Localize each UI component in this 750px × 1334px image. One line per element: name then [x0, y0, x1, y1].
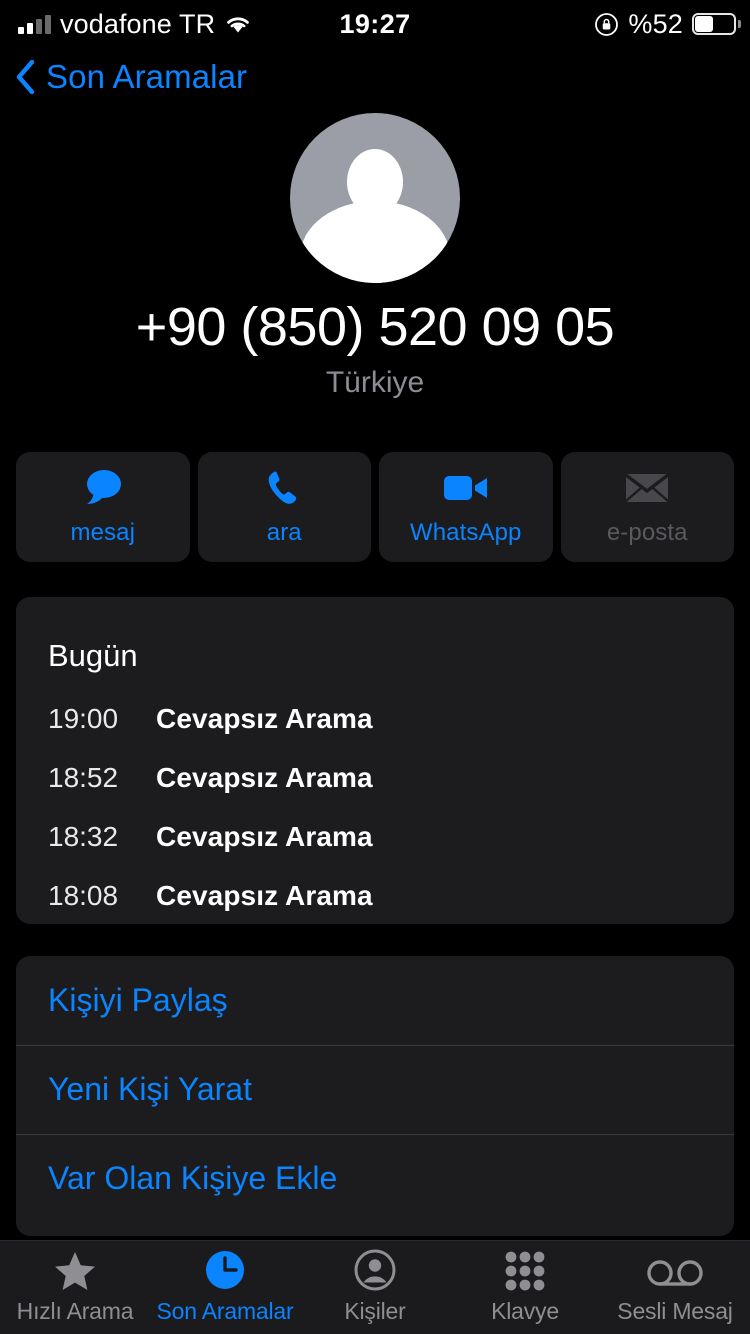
whatsapp-action-label: WhatsApp — [409, 519, 522, 546]
navigation-bar: Son Aramalar — [0, 58, 750, 110]
call-type: Cevapsız Arama — [156, 761, 373, 793]
create-new-contact-option[interactable]: Yeni Kişi Yarat — [16, 1045, 734, 1134]
call-history-list: 19:00 Cevapsız Arama 18:52 Cevapsız Aram… — [48, 689, 710, 925]
back-button[interactable]: Son Aramalar — [0, 58, 247, 96]
rotation-lock-icon — [594, 12, 619, 37]
voicemail-icon — [646, 1250, 704, 1292]
phone-screen: vodafone TR 19:27 %52 Son Aramalar +90 (… — [0, 0, 750, 1334]
call-time: 18:32 — [48, 820, 119, 852]
envelope-icon — [624, 467, 670, 509]
back-button-label: Son Aramalar — [46, 58, 248, 95]
battery-icon — [692, 13, 741, 35]
table-row: 19:00 Cevapsız Arama — [48, 689, 710, 748]
tab-recents[interactable]: Son Aramalar — [150, 1241, 300, 1334]
call-type: Cevapsız Arama — [156, 879, 373, 911]
tab-keypad-label: Klavye — [491, 1298, 559, 1324]
tab-voicemail[interactable]: Sesli Mesaj — [600, 1241, 750, 1334]
status-bar-right: %52 — [594, 8, 741, 40]
message-action-label: mesaj — [70, 519, 136, 546]
keypad-icon — [504, 1250, 546, 1292]
tab-keypad[interactable]: Klavye — [450, 1241, 600, 1334]
status-bar: vodafone TR 19:27 %52 — [0, 0, 750, 48]
contact-options-card: Kişiyi Paylaş Yeni Kişi Yarat Var Olan K… — [16, 956, 734, 1236]
chevron-left-icon — [14, 59, 36, 95]
call-time: 19:00 — [48, 702, 119, 734]
call-time: 18:52 — [48, 761, 119, 793]
table-row: 18:32 Cevapsız Arama — [48, 807, 710, 866]
battery-percent-label: %52 — [628, 8, 683, 39]
call-action-label: ara — [266, 519, 302, 546]
default-person-avatar-icon — [290, 113, 460, 283]
phone-handset-icon — [263, 467, 305, 509]
tab-voicemail-label: Sesli Mesaj — [617, 1298, 733, 1324]
call-history-card: Bugün 19:00 Cevapsız Arama 18:52 Cevapsı… — [16, 597, 734, 924]
phone-region: Türkiye — [325, 366, 425, 399]
call-history-title: Bugün — [48, 638, 138, 673]
message-action-button[interactable]: mesaj — [16, 452, 190, 562]
avatar-container — [0, 113, 750, 283]
tab-favorites-label: Hızlı Arama — [16, 1298, 134, 1324]
tab-recents-label: Son Aramalar — [156, 1298, 294, 1324]
call-action-button[interactable]: ara — [197, 452, 371, 562]
call-time: 18:08 — [48, 879, 119, 911]
table-row: 18:52 Cevapsız Arama — [48, 748, 710, 807]
quick-actions-row: mesaj ara WhatsApp e-posta — [16, 452, 734, 562]
email-action-label: e-posta — [606, 519, 688, 546]
email-action-button: e-posta — [560, 452, 734, 562]
tab-contacts-label: Kişiler — [344, 1298, 406, 1324]
message-bubble-icon — [80, 467, 126, 509]
call-type: Cevapsız Arama — [156, 820, 373, 852]
call-type: Cevapsız Arama — [156, 702, 373, 734]
tab-favorites[interactable]: Hızlı Arama — [0, 1241, 150, 1334]
video-camera-icon — [442, 467, 490, 509]
star-icon — [53, 1250, 97, 1292]
whatsapp-action-button[interactable]: WhatsApp — [379, 452, 553, 562]
person-circle-icon — [353, 1249, 397, 1292]
phone-number: +90 (850) 520 09 05 — [135, 297, 615, 357]
add-to-existing-contact-option[interactable]: Var Olan Kişiye Ekle — [16, 1134, 734, 1223]
clock-icon — [203, 1250, 247, 1292]
table-row: 18:08 Cevapsız Arama — [48, 866, 710, 925]
tab-bar: Hızlı Arama Son Aramalar Kişiler Klavye … — [0, 1240, 750, 1334]
tab-contacts[interactable]: Kişiler — [300, 1241, 450, 1334]
share-contact-option[interactable]: Kişiyi Paylaş — [16, 956, 734, 1045]
